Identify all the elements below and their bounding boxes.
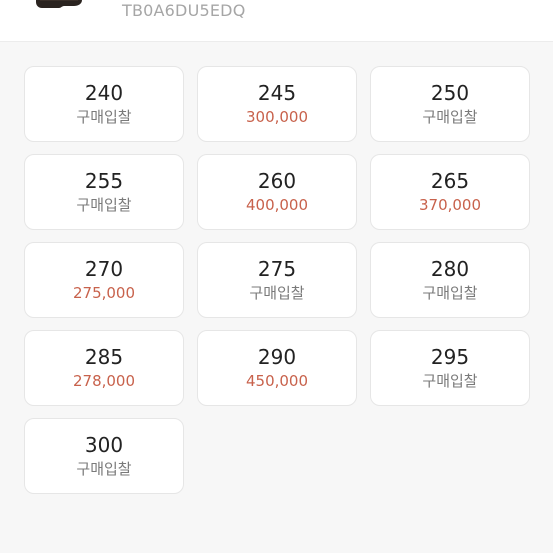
size-price: 278,000 — [72, 372, 136, 390]
size-option-card[interactable]: 300 구매입찰 — [24, 418, 184, 494]
product-model-code: TB0A6DU5EDQ — [122, 1, 246, 20]
size-option-card[interactable]: 260 400,000 — [197, 154, 357, 230]
size-price: 400,000 — [245, 196, 309, 214]
size-price: 370,000 — [418, 196, 482, 214]
buy-bid-label: 구매입찰 — [76, 460, 132, 478]
size-option-card[interactable]: 295 구매입찰 — [370, 330, 530, 406]
size-option-card[interactable]: 255 구매입찰 — [24, 154, 184, 230]
size-price: 450,000 — [245, 372, 309, 390]
size-option-card[interactable]: 240 구매입찰 — [24, 66, 184, 142]
size-label: 275 — [257, 257, 297, 281]
size-option-card[interactable]: 250 구매입찰 — [370, 66, 530, 142]
size-option-card[interactable]: 275 구매입찰 — [197, 242, 357, 318]
size-label: 250 — [430, 81, 470, 105]
product-thumbnail-icon — [36, 0, 82, 8]
size-label: 295 — [430, 345, 470, 369]
size-option-card[interactable]: 290 450,000 — [197, 330, 357, 406]
size-label: 285 — [84, 345, 124, 369]
size-option-card[interactable]: 265 370,000 — [370, 154, 530, 230]
size-label: 300 — [84, 433, 124, 457]
buy-bid-label: 구매입찰 — [76, 108, 132, 126]
size-label: 240 — [84, 81, 124, 105]
size-price: 300,000 — [245, 108, 309, 126]
size-option-card[interactable]: 280 구매입찰 — [370, 242, 530, 318]
size-label: 255 — [84, 169, 124, 193]
buy-bid-label: 구매입찰 — [249, 284, 305, 302]
size-label: 280 — [430, 257, 470, 281]
buy-bid-label: 구매입찰 — [76, 196, 132, 214]
product-header: TB0A6DU5EDQ — [0, 0, 553, 42]
size-label: 290 — [257, 345, 297, 369]
buy-bid-label: 구매입찰 — [422, 108, 478, 126]
size-price: 275,000 — [72, 284, 136, 302]
size-label: 270 — [84, 257, 124, 281]
size-option-card[interactable]: 285 278,000 — [24, 330, 184, 406]
buy-bid-label: 구매입찰 — [422, 372, 478, 390]
size-option-card[interactable]: 270 275,000 — [24, 242, 184, 318]
buy-bid-label: 구매입찰 — [422, 284, 478, 302]
size-option-grid: 240 구매입찰 245 300,000 250 구매입찰 255 구매입찰 2… — [24, 66, 530, 494]
size-label: 265 — [430, 169, 470, 193]
size-label: 245 — [257, 81, 297, 105]
size-label: 260 — [257, 169, 297, 193]
size-option-card[interactable]: 245 300,000 — [197, 66, 357, 142]
